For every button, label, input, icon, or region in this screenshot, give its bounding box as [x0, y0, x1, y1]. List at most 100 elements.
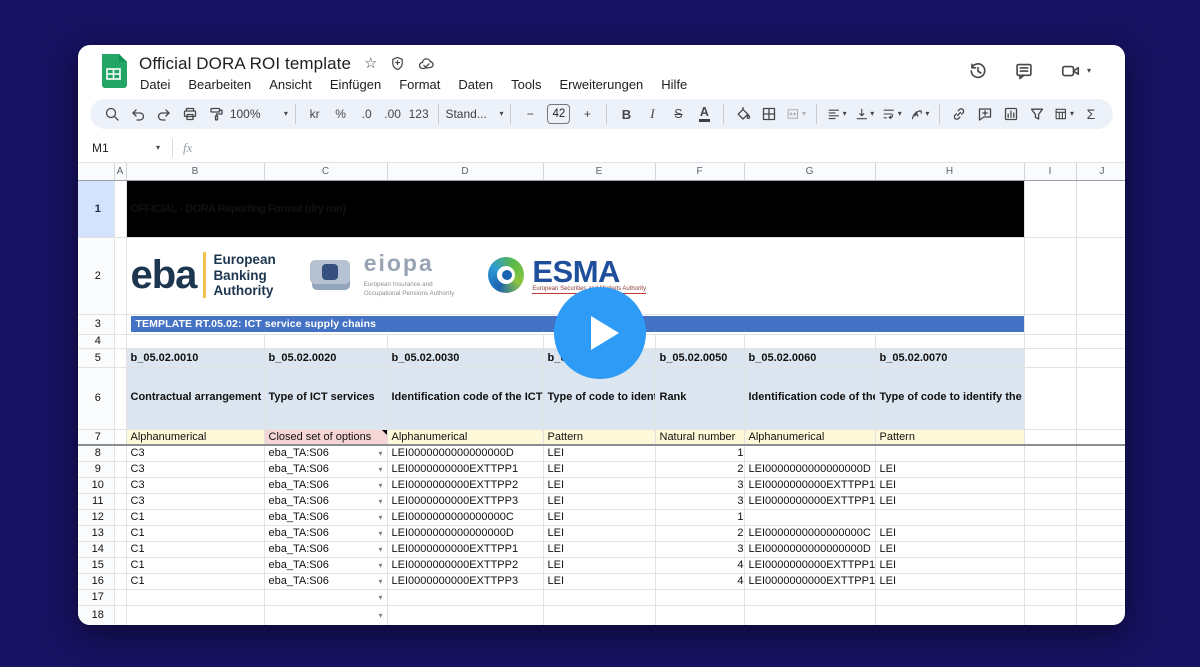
- cell-dropdown-icon[interactable]: ▾: [378, 481, 382, 490]
- star-icon[interactable]: ☆: [364, 56, 377, 71]
- cell-H8[interactable]: [875, 445, 1024, 461]
- cell-J1[interactable]: [1076, 180, 1125, 237]
- redo-icon[interactable]: [152, 102, 176, 126]
- merge-cells-icon[interactable]: ▾: [783, 102, 809, 126]
- cell-G5[interactable]: b_05.02.0060: [744, 348, 875, 367]
- cell-I17[interactable]: [1024, 589, 1076, 605]
- cell-E13[interactable]: LEI: [543, 525, 655, 541]
- cell-I16[interactable]: [1024, 573, 1076, 589]
- document-title[interactable]: Official DORA ROI template: [139, 54, 351, 74]
- menu-ansicht[interactable]: Ansicht: [261, 76, 320, 93]
- cell-C12[interactable]: eba_TA:S06▾: [264, 509, 387, 525]
- cell-D11[interactable]: LEI0000000000EXTTPP3: [387, 493, 543, 509]
- cell-J10[interactable]: [1076, 477, 1125, 493]
- cell-A12[interactable]: [114, 509, 126, 525]
- cell-E11[interactable]: LEI: [543, 493, 655, 509]
- cell-C14[interactable]: eba_TA:S06▾: [264, 541, 387, 557]
- text-wrap-icon[interactable]: ▾: [879, 102, 905, 126]
- paint-format-icon[interactable]: [204, 102, 228, 126]
- cell-I4[interactable]: [1024, 334, 1076, 348]
- cell-H7[interactable]: Pattern: [875, 429, 1024, 445]
- cell-C16[interactable]: eba_TA:S06▾: [264, 573, 387, 589]
- row-header-13[interactable]: 13: [78, 525, 114, 541]
- cell-C9[interactable]: eba_TA:S06▾: [264, 461, 387, 477]
- cell-A6[interactable]: [114, 367, 126, 429]
- cell-J3[interactable]: [1076, 314, 1125, 334]
- cell-F4[interactable]: [655, 334, 744, 348]
- row-header-15[interactable]: 15: [78, 557, 114, 573]
- cell-D6[interactable]: Identification code of the ICT third-par…: [387, 367, 543, 429]
- increase-font-size-button[interactable]: +: [575, 102, 599, 126]
- cell-G17[interactable]: [744, 589, 875, 605]
- cell-G6[interactable]: Identification code of the recipient of …: [744, 367, 875, 429]
- cell-B13[interactable]: C1: [126, 525, 264, 541]
- currency-format-button[interactable]: kr: [303, 102, 327, 126]
- cell-I12[interactable]: [1024, 509, 1076, 525]
- cell-C8[interactable]: eba_TA:S06▾: [264, 445, 387, 461]
- cell-G13[interactable]: LEI0000000000000000C: [744, 525, 875, 541]
- cell-C6[interactable]: Type of ICT services: [264, 367, 387, 429]
- column-header-D[interactable]: D: [387, 163, 543, 180]
- cell-E16[interactable]: LEI: [543, 573, 655, 589]
- font-select[interactable]: Stand...▾: [446, 102, 504, 126]
- cell-A14[interactable]: [114, 541, 126, 557]
- cell-H18[interactable]: [875, 605, 1024, 625]
- cell-A8[interactable]: [114, 445, 126, 461]
- cell-D7[interactable]: Alphanumerical: [387, 429, 543, 445]
- cell-H10[interactable]: LEI: [875, 477, 1024, 493]
- cell-B8[interactable]: C3: [126, 445, 264, 461]
- cell-G8[interactable]: [744, 445, 875, 461]
- cell-E8[interactable]: LEI: [543, 445, 655, 461]
- cell-J8[interactable]: [1076, 445, 1125, 461]
- text-color-button[interactable]: A: [692, 102, 716, 126]
- cell-G18[interactable]: [744, 605, 875, 625]
- italic-button[interactable]: I: [640, 102, 664, 126]
- zoom-select[interactable]: 100%▾: [230, 102, 288, 126]
- cell-I9[interactable]: [1024, 461, 1076, 477]
- cell-J16[interactable]: [1076, 573, 1125, 589]
- cell-G4[interactable]: [744, 334, 875, 348]
- font-size-input[interactable]: 42: [544, 102, 573, 126]
- cell-J14[interactable]: [1076, 541, 1125, 557]
- column-header-F[interactable]: F: [655, 163, 744, 180]
- row-header-11[interactable]: 11: [78, 493, 114, 509]
- increase-decimal-button[interactable]: .00: [381, 102, 405, 126]
- cell-F5[interactable]: b_05.02.0050: [655, 348, 744, 367]
- menu-format[interactable]: Format: [391, 76, 448, 93]
- cell-A16[interactable]: [114, 573, 126, 589]
- cell-B6[interactable]: Contractual arrangement reference number: [126, 367, 264, 429]
- vertical-align-icon[interactable]: ▾: [852, 102, 878, 126]
- cell-I11[interactable]: [1024, 493, 1076, 509]
- cell-G12[interactable]: [744, 509, 875, 525]
- cell-J18[interactable]: [1076, 605, 1125, 625]
- cell-C18[interactable]: ▾: [264, 605, 387, 625]
- cell-I5[interactable]: [1024, 348, 1076, 367]
- row-header-18[interactable]: 18: [78, 605, 114, 625]
- cell-H5[interactable]: b_05.02.0070: [875, 348, 1024, 367]
- cell-D12[interactable]: LEI0000000000000000C: [387, 509, 543, 525]
- percent-format-button[interactable]: %: [329, 102, 353, 126]
- cell-dropdown-icon[interactable]: ▾: [378, 577, 382, 586]
- cell-F9[interactable]: 2: [655, 461, 744, 477]
- cell-I13[interactable]: [1024, 525, 1076, 541]
- cell-H15[interactable]: LEI: [875, 557, 1024, 573]
- column-header-I[interactable]: I: [1024, 163, 1076, 180]
- row-header-2[interactable]: 2: [78, 237, 114, 314]
- insert-chart-icon[interactable]: [999, 102, 1023, 126]
- row-header-8[interactable]: 8: [78, 445, 114, 461]
- cell-G7[interactable]: Alphanumerical: [744, 429, 875, 445]
- more-formats-button[interactable]: 123: [407, 102, 431, 126]
- cell-dropdown-icon[interactable]: ▾: [378, 611, 382, 620]
- cell-D16[interactable]: LEI0000000000EXTTPP3: [387, 573, 543, 589]
- cell-A9[interactable]: [114, 461, 126, 477]
- cell-I10[interactable]: [1024, 477, 1076, 493]
- cell-C5[interactable]: b_05.02.0020: [264, 348, 387, 367]
- cell-dropdown-icon[interactable]: ▾: [378, 545, 382, 554]
- cell-H14[interactable]: LEI: [875, 541, 1024, 557]
- cell-J12[interactable]: [1076, 509, 1125, 525]
- cell-C11[interactable]: eba_TA:S06▾: [264, 493, 387, 509]
- cell-E15[interactable]: LEI: [543, 557, 655, 573]
- cell-J6[interactable]: [1076, 367, 1125, 429]
- row-header-14[interactable]: 14: [78, 541, 114, 557]
- cell-A1[interactable]: [114, 180, 126, 237]
